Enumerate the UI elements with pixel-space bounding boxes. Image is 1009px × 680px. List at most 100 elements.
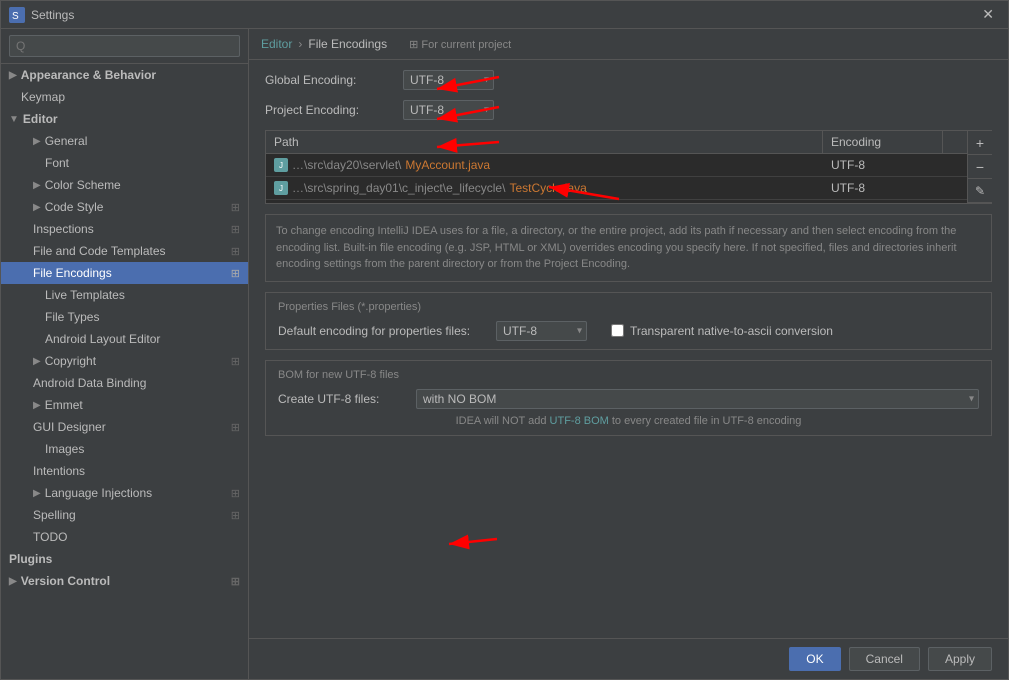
- settings-icon: ⊞: [231, 487, 240, 500]
- search-input[interactable]: [9, 35, 240, 57]
- settings-icon: ⊞: [231, 267, 240, 280]
- project-encoding-row: Project Encoding: UTF-8 UTF-16 ISO-8859-…: [265, 100, 992, 120]
- table-header: Path Encoding: [266, 131, 967, 154]
- sidebar-item-appearance[interactable]: ▶ Appearance & Behavior: [1, 64, 248, 86]
- sidebar-item-intentions[interactable]: Intentions: [1, 460, 248, 482]
- default-encoding-label: Default encoding for properties files:: [278, 324, 488, 338]
- project-encoding-label: Project Encoding:: [265, 103, 395, 117]
- expand-arrow: ▶: [9, 576, 17, 587]
- settings-icon: ⊞: [231, 223, 240, 236]
- sidebar-item-todo[interactable]: TODO: [1, 526, 248, 548]
- sidebar-item-android-data-binding[interactable]: Android Data Binding: [1, 372, 248, 394]
- right-panel: Editor › File Encodings ⊞ For current pr…: [249, 29, 1008, 679]
- search-box: [1, 29, 248, 64]
- java-file-icon: J: [274, 181, 288, 195]
- expand-arrow: ▶: [33, 136, 41, 147]
- breadcrumb-current: File Encodings: [308, 37, 387, 51]
- bottom-bar: OK Cancel Apply: [249, 638, 1008, 679]
- project-encoding-select[interactable]: UTF-8 UTF-16 ISO-8859-1: [403, 100, 494, 120]
- sidebar-item-language-injections[interactable]: ▶ Language Injections ⊞: [1, 482, 248, 504]
- bom-note-suffix: to every created file in UTF-8 encoding: [609, 415, 802, 427]
- file-path-1: J …\src\day20\servlet\MyAccount.java: [266, 154, 823, 176]
- apply-button[interactable]: Apply: [928, 647, 992, 671]
- sidebar-item-version-control[interactable]: ▶ Version Control ⊞: [1, 570, 248, 592]
- sidebar-item-general[interactable]: ▶ General: [1, 130, 248, 152]
- sidebar-item-emmet[interactable]: ▶ Emmet: [1, 394, 248, 416]
- create-utf8-label: Create UTF-8 files:: [278, 392, 408, 406]
- bom-select[interactable]: with NO BOM with BOM with BOM if needed: [416, 389, 979, 409]
- expand-arrow: ▶: [33, 202, 41, 213]
- java-file-icon: J: [274, 158, 288, 172]
- global-encoding-select[interactable]: UTF-8 UTF-16 ISO-8859-1: [403, 70, 494, 90]
- file-encoding-1: UTF-8: [823, 154, 943, 176]
- bom-section-title: BOM for new UTF-8 files: [278, 369, 979, 381]
- transparent-checkbox[interactable]: [611, 324, 624, 337]
- panel-content: Global Encoding: UTF-8 UTF-16 ISO-8859-1…: [249, 60, 1008, 638]
- sidebar: ▶ Appearance & Behavior Keymap ▼ Editor …: [1, 29, 249, 679]
- sidebar-item-color-scheme[interactable]: ▶ Color Scheme: [1, 174, 248, 196]
- main-content: ▶ Appearance & Behavior Keymap ▼ Editor …: [1, 29, 1008, 679]
- table-actions: + − ✎: [967, 131, 991, 203]
- settings-icon: ⊞: [231, 509, 240, 522]
- file-encoding-2: UTF-8: [823, 177, 943, 199]
- bom-link[interactable]: UTF-8 BOM: [550, 415, 609, 427]
- bom-select-wrapper: with NO BOM with BOM with BOM if needed: [416, 389, 979, 409]
- global-encoding-select-wrapper: UTF-8 UTF-16 ISO-8859-1: [403, 70, 494, 90]
- svg-text:S: S: [12, 11, 19, 22]
- transparent-label: Transparent native-to-ascii conversion: [630, 324, 833, 338]
- bom-row: Create UTF-8 files: with NO BOM with BOM…: [278, 389, 979, 409]
- sidebar-item-file-encodings[interactable]: File Encodings ⊞: [1, 262, 248, 284]
- header-encoding: Encoding: [823, 131, 943, 153]
- settings-icon: ⊞: [231, 355, 240, 368]
- sidebar-item-file-and-code-templates[interactable]: File and Code Templates ⊞: [1, 240, 248, 262]
- default-encoding-row: Default encoding for properties files: U…: [278, 321, 979, 341]
- add-row-button[interactable]: +: [968, 131, 992, 155]
- sidebar-item-images[interactable]: Images: [1, 438, 248, 460]
- expand-arrow: ▼: [9, 114, 19, 125]
- sidebar-item-copyright[interactable]: ▶ Copyright ⊞: [1, 350, 248, 372]
- breadcrumb-editor[interactable]: Editor: [261, 37, 292, 51]
- settings-icon: ⊞: [231, 575, 240, 588]
- bom-note: IDEA will NOT add UTF-8 BOM to every cre…: [278, 415, 979, 427]
- settings-window: S Settings ✕ ▶ Appearance & Behavior Key…: [0, 0, 1009, 680]
- cancel-button[interactable]: Cancel: [849, 647, 920, 671]
- sidebar-item-file-types[interactable]: File Types: [1, 306, 248, 328]
- sidebar-item-live-templates[interactable]: Live Templates: [1, 284, 248, 306]
- sidebar-item-inspections[interactable]: Inspections ⊞: [1, 218, 248, 240]
- breadcrumb-bar: Editor › File Encodings ⊞ For current pr…: [249, 29, 1008, 60]
- path-file-2: TestCycle.java: [509, 181, 586, 195]
- sidebar-item-gui-designer[interactable]: GUI Designer ⊞: [1, 416, 248, 438]
- app-icon: S: [9, 7, 25, 23]
- title-bar: S Settings ✕: [1, 1, 1008, 29]
- default-encoding-select[interactable]: UTF-8 UTF-16 ISO-8859-1: [496, 321, 587, 341]
- for-current-project[interactable]: ⊞ For current project: [409, 38, 511, 51]
- expand-arrow: ▶: [33, 180, 41, 191]
- properties-section-title: Properties Files (*.properties): [278, 301, 979, 313]
- file-encodings-table: Path Encoding J …\src\day20\servlet\MyAc…: [265, 130, 992, 204]
- sidebar-item-plugins[interactable]: Plugins: [1, 548, 248, 570]
- window-title: Settings: [31, 8, 976, 22]
- ok-button[interactable]: OK: [789, 647, 840, 671]
- header-path: Path: [266, 131, 823, 153]
- sidebar-item-code-style[interactable]: ▶ Code Style ⊞: [1, 196, 248, 218]
- global-encoding-row: Global Encoding: UTF-8 UTF-16 ISO-8859-1: [265, 70, 992, 90]
- sidebar-item-keymap[interactable]: Keymap: [1, 86, 248, 108]
- settings-icon: ⊞: [231, 245, 240, 258]
- settings-icon: ⊞: [231, 421, 240, 434]
- sidebar-item-font[interactable]: Font: [1, 152, 248, 174]
- transparent-conversion-row: Transparent native-to-ascii conversion: [611, 324, 833, 338]
- breadcrumb-separator: ›: [298, 37, 302, 51]
- remove-row-button[interactable]: −: [968, 155, 992, 179]
- path-file-1: MyAccount.java: [405, 158, 490, 172]
- table-body: Path Encoding J …\src\day20\servlet\MyAc…: [266, 131, 967, 203]
- project-encoding-select-wrapper: UTF-8 UTF-16 ISO-8859-1: [403, 100, 494, 120]
- sidebar-item-editor[interactable]: ▼ Editor: [1, 108, 248, 130]
- sidebar-item-spelling[interactable]: Spelling ⊞: [1, 504, 248, 526]
- table-row[interactable]: J …\src\day20\servlet\MyAccount.java UTF…: [266, 154, 967, 177]
- close-button[interactable]: ✕: [976, 4, 1000, 25]
- table-row[interactable]: J …\src\spring_day01\c_inject\e_lifecycl…: [266, 177, 967, 200]
- edit-row-button[interactable]: ✎: [968, 179, 992, 203]
- sidebar-item-android-layout-editor[interactable]: Android Layout Editor: [1, 328, 248, 350]
- bom-section: BOM for new UTF-8 files Create UTF-8 fil…: [265, 360, 992, 436]
- settings-icon: ⊞: [231, 201, 240, 214]
